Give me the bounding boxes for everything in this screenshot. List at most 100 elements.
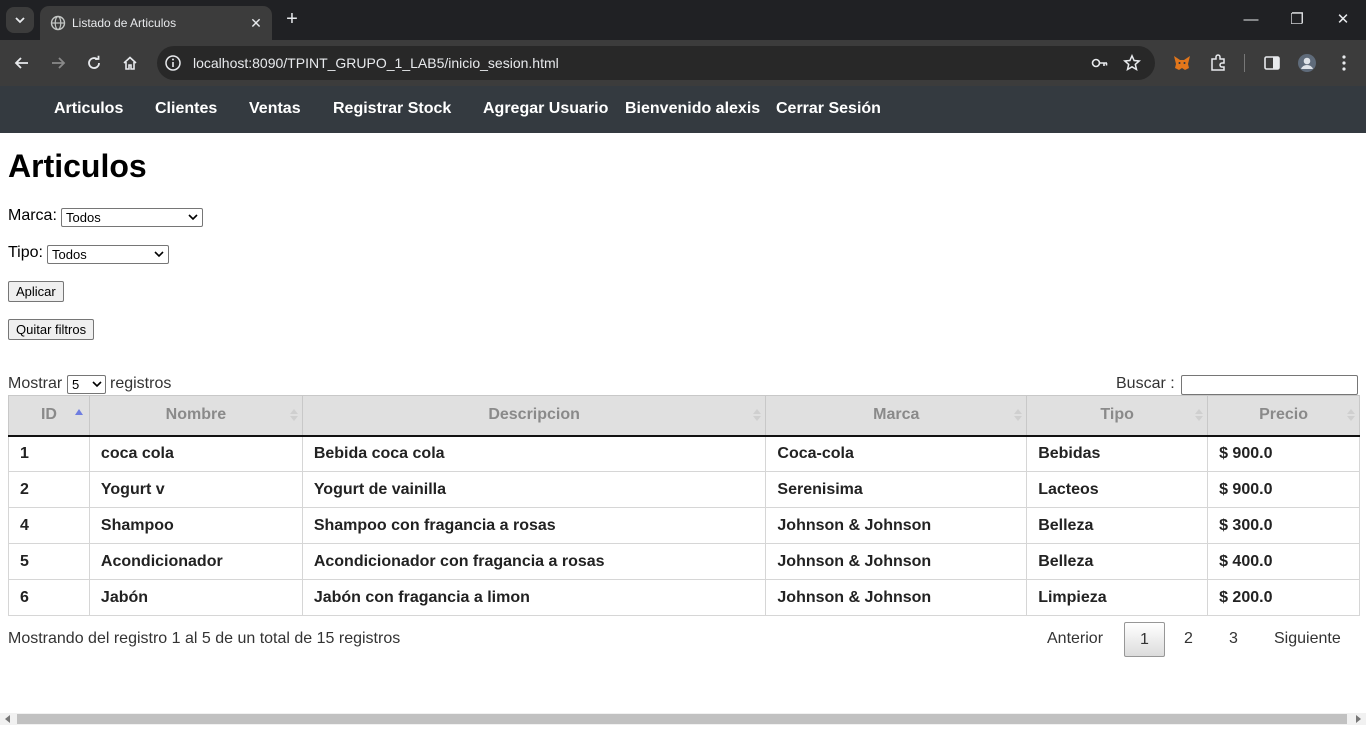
marca-label: Marca: — [8, 207, 57, 224]
home-button[interactable] — [118, 51, 142, 75]
tipo-select[interactable]: Todos — [47, 245, 169, 264]
apply-filters-button[interactable]: Aplicar — [8, 281, 64, 302]
search-label: Buscar : — [1116, 375, 1175, 392]
cell-precio: $ 300.0 — [1207, 507, 1360, 544]
tipo-label: Tipo: — [8, 244, 43, 261]
metamask-fox-icon[interactable] — [1172, 53, 1192, 73]
table-row: 5 Acondicionador Acondicionador con frag… — [8, 543, 1360, 580]
url-text[interactable]: localhost:8090/TPINT_GRUPO_1_LAB5/inicio… — [193, 55, 559, 71]
cell-id: 5 — [8, 543, 90, 580]
nav-ventas[interactable]: Ventas — [249, 100, 301, 118]
sort-both-icon — [1195, 409, 1204, 421]
globe-icon — [50, 15, 66, 31]
arrow-left-icon — [14, 57, 28, 69]
table-row: 4 Shampoo Shampoo con fragancia a rosas … — [8, 507, 1360, 544]
new-tab-button[interactable]: + — [282, 8, 302, 32]
more-menu-icon[interactable] — [1334, 53, 1354, 73]
nav-articulos[interactable]: Articulos — [54, 100, 123, 118]
scroll-right-icon[interactable] — [1354, 715, 1362, 723]
chevron-down-icon — [154, 251, 164, 258]
cell-id: 4 — [8, 507, 90, 544]
scroll-left-icon[interactable] — [4, 715, 12, 723]
scrollbar-thumb[interactable] — [17, 714, 1347, 724]
side-panel-icon[interactable] — [1262, 53, 1282, 73]
column-header-id[interactable]: ID — [8, 395, 90, 437]
cell-tipo: Lacteos — [1026, 471, 1209, 508]
close-window-button[interactable]: ✕ — [1328, 9, 1358, 31]
cell-precio: $ 900.0 — [1207, 435, 1360, 472]
horizontal-scrollbar[interactable] — [0, 713, 1366, 725]
cell-descripcion: Acondicionador con fragancia a rosas — [301, 543, 767, 580]
extensions-puzzle-icon[interactable] — [1208, 53, 1228, 73]
home-icon — [123, 56, 137, 70]
back-button[interactable] — [10, 51, 34, 75]
cell-nombre: coca cola — [88, 435, 303, 472]
tab-title: Listado de Articulos — [72, 16, 177, 30]
nav-registrar-stock[interactable]: Registrar Stock — [333, 100, 451, 118]
sort-both-icon — [753, 409, 762, 421]
table-info: Mostrando del registro 1 al 5 de un tota… — [8, 630, 401, 647]
pagination-page-1[interactable]: 1 — [1124, 622, 1165, 657]
browser-toolbar: localhost:8090/TPINT_GRUPO_1_LAB5/inicio… — [0, 40, 1366, 86]
marca-select[interactable]: Todos — [61, 208, 203, 227]
forward-button[interactable] — [46, 51, 70, 75]
tipo-select-value: Todos — [52, 247, 87, 262]
cell-id: 2 — [8, 471, 90, 508]
cell-descripcion: Bebida coca cola — [301, 435, 767, 472]
cell-descripcion: Jabón con fragancia a limon — [301, 579, 767, 616]
sort-asc-icon — [74, 409, 83, 415]
pagination-previous[interactable]: Anterior — [1047, 630, 1103, 648]
cell-id: 6 — [8, 579, 90, 616]
chevron-down-icon — [92, 381, 102, 388]
cell-marca: Johnson & Johnson — [765, 579, 1028, 616]
column-header-tipo[interactable]: Tipo — [1026, 395, 1209, 437]
column-header-descripcion[interactable]: Descripcion — [301, 395, 767, 437]
chevron-down-icon — [188, 214, 198, 221]
site-info-icon[interactable] — [164, 54, 182, 72]
cell-precio: $ 200.0 — [1207, 579, 1360, 616]
nav-bienvenido-user[interactable]: Bienvenido alexis — [625, 100, 760, 118]
tab-search-button[interactable] — [6, 7, 34, 33]
clear-filters-button[interactable]: Quitar filtros — [8, 319, 95, 340]
cell-tipo: Limpieza — [1026, 579, 1209, 616]
minimize-button[interactable]: — — [1236, 9, 1266, 31]
sort-both-icon — [289, 409, 298, 421]
marca-select-value: Todos — [66, 210, 101, 225]
column-header-marca[interactable]: Marca — [765, 395, 1028, 437]
column-header-nombre[interactable]: Nombre — [88, 395, 303, 437]
nav-agregar-usuario[interactable]: Agregar Usuario — [483, 100, 608, 118]
chevron-down-icon — [15, 17, 25, 24]
pagination-next[interactable]: Siguiente — [1274, 630, 1341, 648]
cell-precio: $ 900.0 — [1207, 471, 1360, 508]
address-bar[interactable]: localhost:8090/TPINT_GRUPO_1_LAB5/inicio… — [157, 46, 1155, 80]
browser-tab[interactable]: Listado de Articulos ✕ — [40, 6, 272, 40]
cell-nombre: Shampoo — [88, 507, 303, 544]
cell-nombre: Jabón — [88, 579, 303, 616]
maximize-button[interactable]: ❐ — [1282, 9, 1312, 31]
search-input[interactable] — [1181, 375, 1358, 395]
cell-tipo: Belleza — [1026, 507, 1209, 544]
cell-marca: Coca-cola — [765, 435, 1028, 472]
password-key-icon[interactable] — [1091, 54, 1109, 72]
column-header-precio[interactable]: Precio — [1207, 395, 1360, 437]
cell-marca: Johnson & Johnson — [765, 543, 1028, 580]
cell-descripcion: Shampoo con fragancia a rosas — [301, 507, 767, 544]
reload-button[interactable] — [82, 51, 106, 75]
cell-nombre: Yogurt v — [88, 471, 303, 508]
table-row: 2 Yogurt v Yogurt de vainilla Serenisima… — [8, 471, 1360, 508]
cell-marca: Serenisima — [765, 471, 1028, 508]
cell-precio: $ 400.0 — [1207, 543, 1360, 580]
page-length-select[interactable]: 5 — [67, 375, 106, 394]
pagination-page-3[interactable]: 3 — [1229, 630, 1238, 648]
sort-both-icon — [1347, 409, 1355, 421]
nav-cerrar-sesion[interactable]: Cerrar Sesión — [776, 100, 881, 118]
tab-close-icon[interactable]: ✕ — [246, 15, 266, 32]
pagination-page-2[interactable]: 2 — [1184, 630, 1193, 648]
profile-avatar-icon[interactable] — [1297, 53, 1317, 73]
nav-clientes[interactable]: Clientes — [155, 100, 217, 118]
bookmark-star-icon[interactable] — [1123, 54, 1141, 72]
articles-table: ID Nombre Descripcion Marca Tipo Precio — [8, 395, 1360, 616]
table-row: 1 coca cola Bebida coca cola Coca-cola B… — [8, 435, 1360, 472]
browser-tabstrip: Listado de Articulos ✕ + — ❐ ✕ — [0, 0, 1366, 40]
cell-tipo: Bebidas — [1026, 435, 1209, 472]
